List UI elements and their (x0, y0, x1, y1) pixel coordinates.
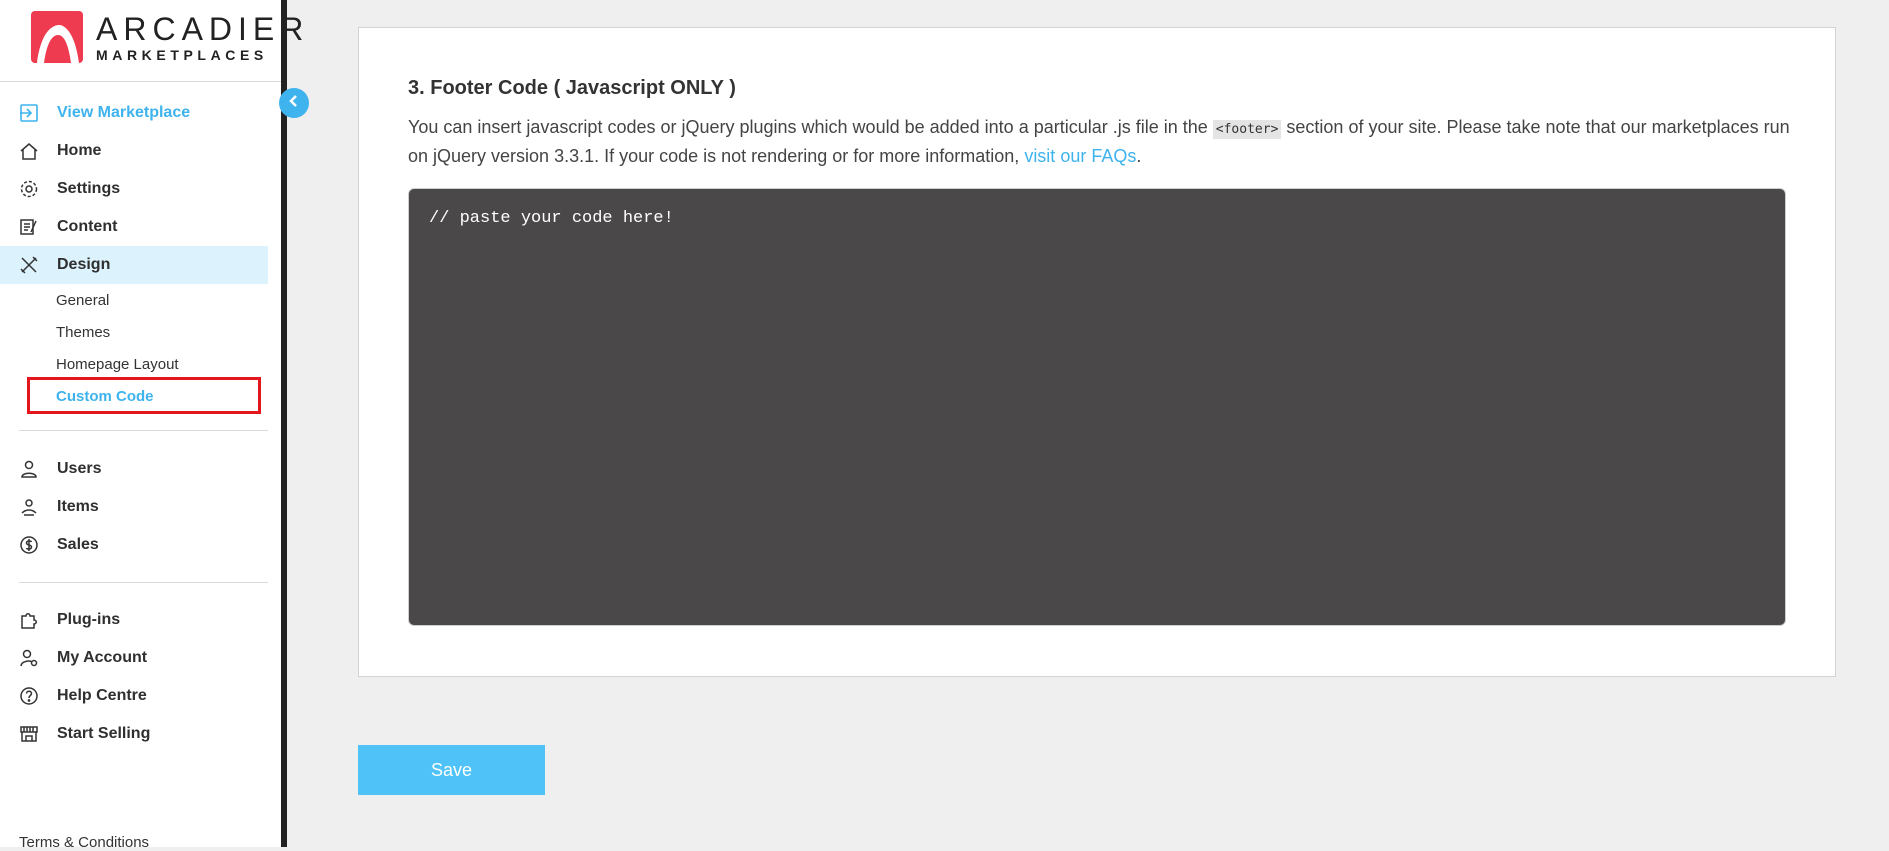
nav-label: Design (57, 256, 111, 273)
puzzle-icon (19, 610, 39, 630)
nav-label: Sales (57, 536, 99, 553)
sub-nav-label: Themes (56, 323, 111, 341)
sub-nav-themes[interactable]: Themes (0, 316, 268, 348)
description-text: You can insert javascript codes or jQuer… (408, 117, 1213, 137)
divider (19, 430, 268, 431)
nav-label: Content (57, 218, 118, 235)
selection-highlight (27, 377, 261, 414)
nav-my-account[interactable]: My Account (0, 639, 268, 677)
sidebar: ARCADIER MARKETPLACES View Marketplace H… (0, 0, 303, 851)
sub-nav-general[interactable]: General (0, 284, 268, 316)
nav-design[interactable]: Design (0, 246, 268, 284)
gear-icon (19, 179, 39, 199)
footer-tag-code: <footer> (1212, 120, 1282, 139)
question-icon (19, 686, 39, 706)
brand-title: ARCADIER (96, 10, 310, 47)
section-description: You can insert javascript codes or jQuer… (408, 114, 1798, 170)
description-text: . (1136, 146, 1142, 166)
footer-code-editor[interactable]: // paste your code here! (408, 188, 1786, 626)
arcadier-logo-icon (31, 11, 83, 63)
account-gear-icon (19, 648, 39, 668)
enter-icon (19, 103, 39, 123)
nav-label: Help Centre (57, 687, 147, 704)
divider (19, 582, 268, 583)
nav-sales[interactable]: Sales (0, 526, 268, 564)
storefront-icon (19, 724, 39, 744)
nav-view-marketplace[interactable]: View Marketplace (0, 94, 268, 132)
user-icon (19, 459, 39, 479)
sub-nav-label: General (56, 291, 110, 309)
nav-label: Settings (57, 180, 121, 197)
nav-label: View Marketplace (57, 104, 191, 121)
nav-label: Items (57, 498, 99, 515)
divider (0, 81, 281, 82)
nav-users[interactable]: Users (0, 450, 268, 488)
design-tools-icon (19, 255, 39, 275)
nav-plug-ins[interactable]: Plug-ins (0, 601, 268, 639)
nav-start-selling[interactable]: Start Selling (0, 715, 268, 753)
nav-label: Plug-ins (57, 611, 121, 628)
nav-label: Home (57, 142, 102, 159)
footer-code-panel: 3. Footer Code ( Javascript ONLY ) You c… (358, 27, 1836, 677)
nav-help-centre[interactable]: Help Centre (0, 677, 268, 715)
sub-nav-label: Homepage Layout (56, 355, 179, 373)
nav-label: Users (57, 460, 102, 477)
tertiary-nav: Plug-ins My Account Help Centre Start Se… (0, 601, 268, 753)
terms-link[interactable]: Terms & Conditions (19, 834, 149, 851)
save-button[interactable]: Save (358, 745, 545, 795)
chevron-left-icon (287, 94, 301, 113)
primary-nav: View Marketplace Home Settings Content D… (0, 94, 268, 412)
home-icon (19, 141, 39, 161)
collapse-sidebar-button[interactable] (279, 88, 309, 118)
nav-items[interactable]: Items (0, 488, 268, 526)
nav-content[interactable]: Content (0, 208, 268, 246)
nav-label: My Account (57, 649, 148, 666)
nav-home[interactable]: Home (0, 132, 268, 170)
nav-label: Start Selling (57, 725, 151, 742)
sub-nav-homepage-layout[interactable]: Homepage Layout (0, 348, 268, 380)
items-icon (19, 497, 39, 517)
brand-subtitle: MARKETPLACES (96, 46, 268, 63)
faq-link[interactable]: visit our FAQs (1024, 146, 1136, 166)
content-icon (19, 217, 39, 237)
brand-logo[interactable]: ARCADIER MARKETPLACES (31, 11, 309, 63)
secondary-nav: Users Items Sales (0, 450, 268, 564)
section-title: 3. Footer Code ( Javascript ONLY ) (408, 77, 736, 99)
nav-settings[interactable]: Settings (0, 170, 268, 208)
dollar-icon (19, 535, 39, 555)
